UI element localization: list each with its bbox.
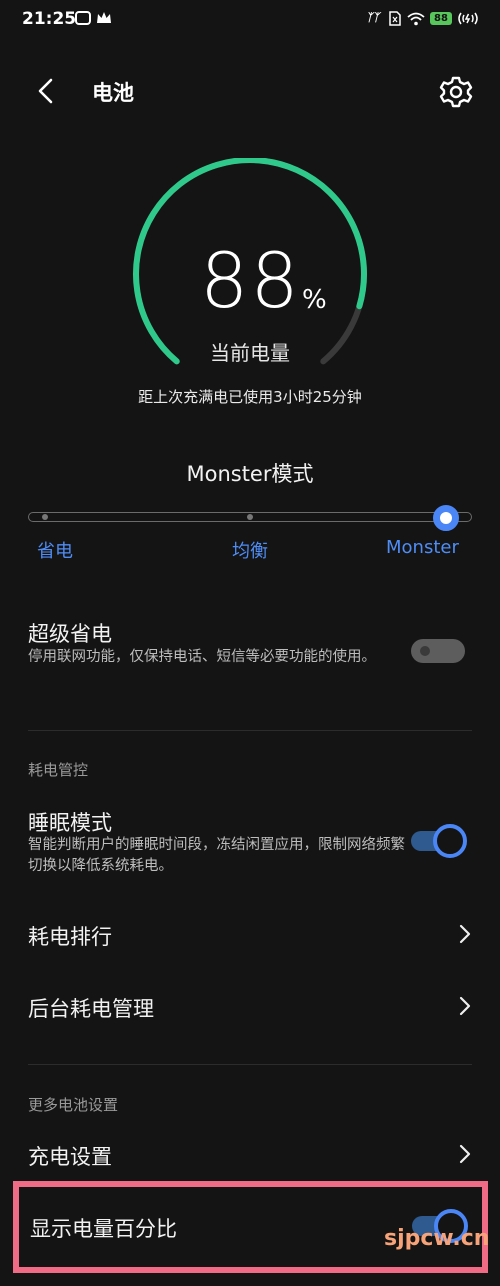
super-save-title[interactable]: 超级省电 xyxy=(28,618,112,648)
app-icon xyxy=(75,11,91,25)
charge-settings-title[interactable]: 充电设置 xyxy=(28,1141,112,1171)
mode-title: Monster模式 xyxy=(186,462,314,486)
mode-option-balance[interactable]: 均衡 xyxy=(232,537,268,563)
mode-tick-balance xyxy=(247,514,253,520)
sleep-mode-title[interactable]: 睡眠模式 xyxy=(28,807,112,837)
super-save-toggle[interactable] xyxy=(411,639,465,663)
mode-option-monster[interactable]: Monster xyxy=(386,537,459,558)
chevron-right-icon[interactable] xyxy=(456,995,474,1017)
divider xyxy=(28,730,472,731)
mode-option-save[interactable]: 省电 xyxy=(37,537,73,563)
background-power-title[interactable]: 后台耗电管理 xyxy=(28,993,154,1023)
crown-icon xyxy=(97,12,111,23)
sim-icon xyxy=(389,11,401,26)
page-title: 电池 xyxy=(92,81,134,105)
hotspot-icon xyxy=(458,12,478,25)
mode-tick-save xyxy=(42,514,48,520)
gear-icon[interactable] xyxy=(438,74,474,110)
section-header-more: 更多电池设置 xyxy=(28,1096,119,1114)
divider xyxy=(28,1064,472,1065)
sleep-mode-toggle[interactable] xyxy=(411,824,467,858)
usage-since-full-charge: 距上次充满电已使用3小时25分钟 xyxy=(138,388,362,406)
super-save-description: 停用联网功能，仅保持电话、短信等必要功能的使用。 xyxy=(28,649,376,665)
current-charge-label: 当前电量 xyxy=(210,341,290,365)
section-header-power: 耗电管控 xyxy=(28,761,89,779)
status-time: 21:25 xyxy=(22,9,77,29)
sleep-mode-description: 智能判断用户的睡眠时间段，冻结闲置应用，限制网络频繁切换以降低系统耗电。 xyxy=(28,837,405,874)
battery-percent-unit: % xyxy=(302,285,327,315)
mode-slider-thumb[interactable] xyxy=(433,505,459,531)
chevron-right-icon[interactable] xyxy=(456,923,474,945)
signal-icon: ᛉᛉ xyxy=(366,11,380,24)
power-ranking-title[interactable]: 耗电排行 xyxy=(28,921,112,951)
wifi-icon xyxy=(407,12,425,26)
battery-percent-value: 88 xyxy=(200,236,301,325)
chevron-right-icon[interactable] xyxy=(456,1143,474,1165)
back-arrow-icon[interactable] xyxy=(30,74,64,108)
battery-icon: 88 xyxy=(430,12,452,25)
watermark: sjpcw.cn xyxy=(384,1226,490,1251)
